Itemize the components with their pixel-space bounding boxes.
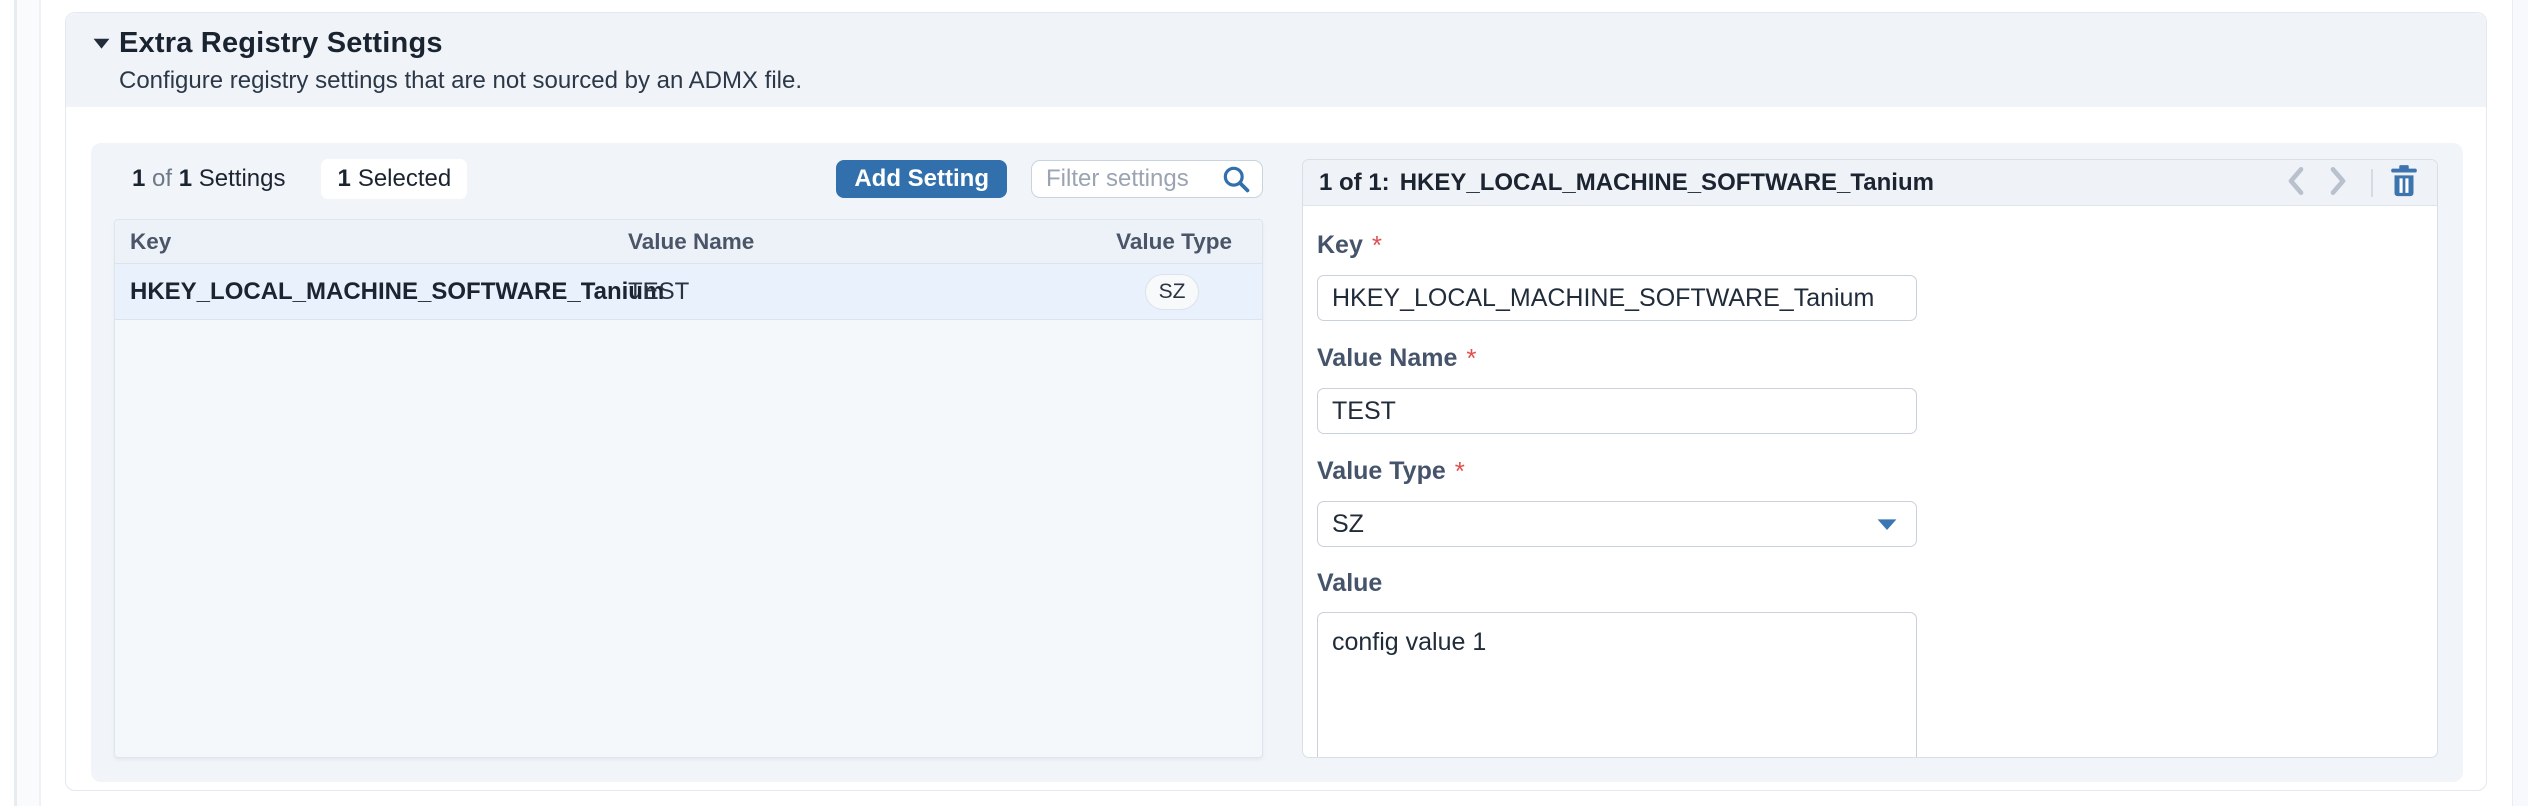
selected-filter-chip[interactable]: 1 Selected	[321, 159, 467, 199]
delete-setting-button[interactable]	[2385, 162, 2423, 203]
previous-setting-button[interactable]	[2275, 162, 2317, 203]
value-type-selected-option: SZ	[1332, 510, 1364, 539]
column-header-value-name: Value Name	[628, 229, 1082, 255]
setting-detail-card: 1 of 1: HKEY_LOCAL_MACHINE_SOFTWARE_Tani…	[1302, 159, 2438, 758]
trash-icon	[2389, 164, 2419, 201]
vertical-scrollbar[interactable]	[2512, 0, 2528, 806]
search-icon[interactable]	[1220, 163, 1252, 195]
required-asterisk: *	[1466, 343, 1476, 374]
settings-table: Key Value Name Value Type HKEY_LOCAL_MAC…	[114, 219, 1263, 758]
left-rail	[0, 0, 42, 806]
column-header-key: Key	[115, 229, 628, 255]
detail-form: Key * Value Name * V	[1303, 206, 2437, 757]
header-divider	[2371, 169, 2373, 197]
section-title: Extra Registry Settings	[119, 27, 443, 60]
left-rail-border-2	[39, 0, 41, 806]
value-name-field-label: Value Name *	[1317, 343, 2421, 374]
next-setting-button[interactable]	[2317, 162, 2359, 203]
chevron-right-icon	[2325, 166, 2351, 199]
value-type-badge: SZ	[1145, 274, 1200, 310]
detail-title: HKEY_LOCAL_MACHINE_SOFTWARE_Tanium	[1400, 169, 1934, 197]
settings-table-header: Key Value Name Value Type	[115, 220, 1262, 264]
extra-registry-settings-section: Extra Registry Settings Configure regist…	[65, 12, 2487, 791]
settings-toolbar: 1 of 1 Settings 1 Selected Add Setting	[114, 159, 1263, 199]
section-subtitle: Configure registry settings that are not…	[119, 67, 2486, 95]
required-asterisk: *	[1372, 230, 1382, 261]
detail-header: 1 of 1: HKEY_LOCAL_MACHINE_SOFTWARE_Tani…	[1303, 160, 2437, 206]
table-empty-area	[115, 320, 1262, 757]
chevron-down-icon	[1876, 517, 1898, 532]
column-header-value-type: Value Type	[1082, 229, 1262, 255]
value-type-select[interactable]: SZ	[1317, 501, 1917, 547]
section-header: Extra Registry Settings Configure regist…	[66, 13, 2486, 107]
table-row[interactable]: HKEY_LOCAL_MACHINE_SOFTWARE_Tanium TEST …	[115, 264, 1262, 320]
value-field-textarea[interactable]: config value 1	[1317, 612, 1917, 757]
value-type-field-label: Value Type *	[1317, 456, 2421, 487]
row-value-name-cell: TEST	[628, 278, 1082, 306]
required-asterisk: *	[1455, 456, 1465, 487]
row-key-cell: HKEY_LOCAL_MACHINE_SOFTWARE_Tanium	[115, 278, 628, 306]
key-field-label: Key *	[1317, 230, 2421, 261]
settings-count: 1 of 1 Settings	[132, 165, 285, 193]
filter-settings-input[interactable]	[1046, 165, 1220, 193]
collapse-caret-icon[interactable]	[91, 37, 111, 50]
chevron-left-icon	[2283, 166, 2309, 199]
value-field-label: Value	[1317, 569, 2421, 598]
key-field-input[interactable]	[1317, 275, 1917, 321]
detail-position-label: 1 of 1:	[1319, 169, 1390, 197]
left-rail-track	[17, 0, 39, 806]
registry-settings-panel: 1 of 1 Settings 1 Selected Add Setting	[91, 143, 2463, 782]
filter-settings-box	[1031, 160, 1263, 198]
value-name-field-input[interactable]	[1317, 388, 1917, 434]
add-setting-button[interactable]: Add Setting	[836, 160, 1007, 198]
